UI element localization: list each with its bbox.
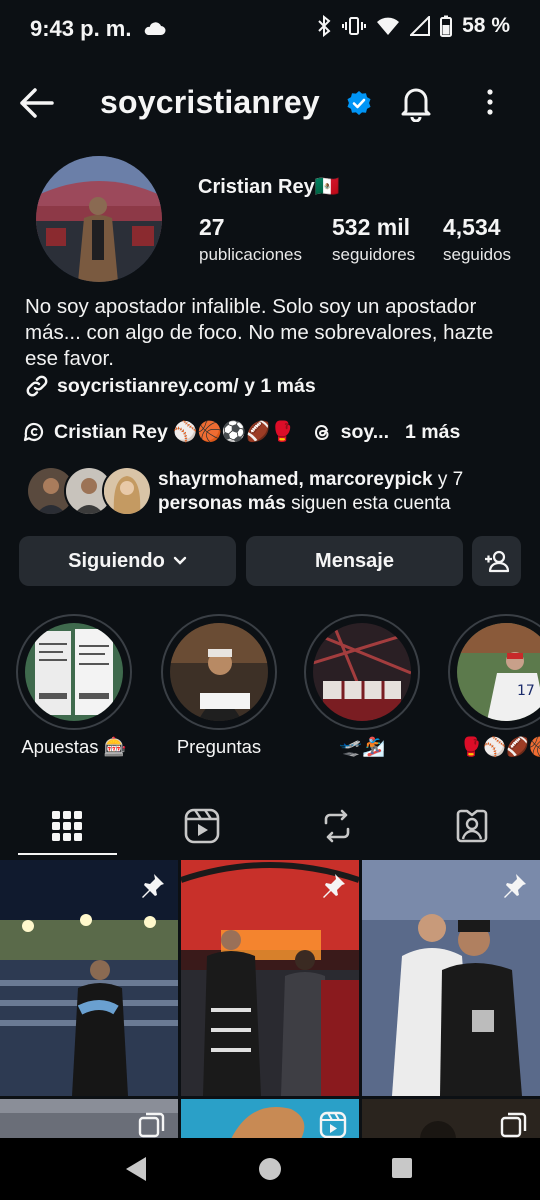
more-options-icon[interactable] (478, 86, 502, 118)
back-arrow-icon[interactable] (16, 82, 58, 124)
highlight-ring (16, 614, 132, 730)
verified-badge-icon (347, 91, 371, 115)
threads-app-icon (314, 424, 329, 441)
post-thumbnail[interactable] (0, 1099, 178, 1139)
highlight-label: Apuestas 🎰 (21, 736, 127, 757)
threads-row[interactable]: Cristian Rey ⚾🏀⚽🏈🥊 soy... 1 más (22, 420, 522, 444)
stat-followers[interactable]: 532 mil seguidores (332, 214, 415, 265)
battery-icon (440, 15, 453, 37)
highlight-ring: 17 (448, 614, 540, 730)
flag-emoji: 🇲🇽 (314, 176, 340, 198)
post-thumbnail[interactable] (362, 860, 540, 1096)
suggested-users-button[interactable] (472, 536, 521, 586)
highlight-ring (304, 614, 420, 730)
reels-icon (184, 808, 220, 844)
post-thumbnail[interactable] (181, 1099, 359, 1139)
battery-percent: 58 % (462, 14, 510, 37)
mutual-followers[interactable]: shayrmohamed, marcoreypick y 7 personas … (26, 466, 526, 518)
highlight-apuestas[interactable]: Apuestas 🎰 (16, 614, 132, 758)
post-thumbnail[interactable] (181, 860, 359, 1096)
post-thumbnail[interactable] (0, 860, 178, 1096)
tab-posts-grid[interactable] (19, 796, 115, 856)
pin-icon (504, 874, 526, 898)
threads-short-name: soy... (340, 420, 390, 443)
mutual-followers-text: shayrmohamed, marcoreypick y 7 personas … (158, 468, 518, 516)
pin-icon (323, 874, 345, 898)
post-thumbnail[interactable] (362, 1099, 540, 1139)
profile-header: soycristianrey (0, 68, 540, 138)
mutual-followers-count: personas más (158, 493, 286, 514)
following-button-label: Siguiendo (68, 549, 165, 572)
highlight-cover (313, 623, 411, 721)
highlight-cover (25, 623, 123, 721)
mutual-follower-avatar (102, 466, 152, 516)
stat-following-value: 4,534 (443, 214, 501, 240)
vibrate-icon (342, 17, 367, 35)
bio-link-text: soycristianrey.com/ y 1 más (57, 374, 316, 397)
stat-followers-label: seguidores (332, 245, 416, 264)
stat-posts[interactable]: 27 publicaciones (199, 214, 302, 265)
tab-reels[interactable] (154, 796, 250, 856)
pin-icon (142, 874, 164, 898)
bio-text: No soy apostador infalible. Solo soy un … (25, 295, 494, 370)
following-button[interactable]: Siguiendo (19, 536, 236, 586)
threads-name: Cristian Rey ⚾🏀⚽🏈🥊 (54, 421, 295, 443)
reel-icon (319, 1111, 347, 1139)
system-navigation-bar (0, 1138, 540, 1200)
threads-more: 1 más (405, 420, 461, 443)
highlight-ring (161, 614, 277, 730)
active-tab-indicator (18, 853, 117, 855)
cloud-icon (144, 22, 166, 35)
tab-tagged[interactable] (424, 796, 520, 856)
stat-posts-value: 27 (199, 214, 225, 240)
repost-icon (324, 809, 350, 843)
highlight-label: Preguntas (176, 736, 262, 757)
highlight-sports[interactable]: 17 🥊⚾🏈🏀 (448, 614, 540, 758)
highlight-cover (170, 623, 268, 721)
highlight-preguntas[interactable]: Preguntas (161, 614, 277, 758)
stat-followers-value: 532 mil (332, 214, 410, 240)
bio-link[interactable]: soycristianrey.com/ y 1 más (25, 374, 316, 398)
tab-reposts[interactable] (289, 796, 385, 856)
highlight-cover: 17 (457, 623, 540, 721)
nav-home-icon[interactable] (258, 1157, 282, 1181)
username-title: soycristianrey (100, 84, 320, 120)
carousel-icon (500, 1112, 527, 1138)
status-time: 9:43 p. m. (30, 16, 132, 41)
highlight-label: 🥊⚾🏈🏀 (459, 736, 540, 757)
add-user-icon (484, 550, 509, 573)
carousel-icon (138, 1112, 165, 1138)
message-button[interactable]: Mensaje (246, 536, 463, 586)
profile-avatar[interactable] (36, 156, 162, 282)
grid-icon (52, 811, 82, 841)
stat-following-label: seguidos (443, 245, 512, 264)
nav-back-icon[interactable] (124, 1156, 148, 1182)
threads-badge-icon (23, 422, 44, 442)
highlight-label: 🛫🏂 (338, 736, 386, 757)
stat-posts-label: publicaciones (199, 245, 303, 264)
mutual-follower-names: shayrmohamed, marcoreypick (158, 469, 433, 490)
wifi-icon (377, 17, 400, 35)
link-icon (26, 375, 48, 397)
status-icons: 58 % (316, 14, 510, 38)
signal-icon (410, 16, 431, 36)
mutual-followers-tail: siguen esta cuenta (285, 493, 451, 514)
bluetooth-icon (318, 15, 331, 37)
notification-bell-icon[interactable] (396, 82, 436, 122)
nav-recents-icon[interactable] (391, 1157, 413, 1179)
full-name: Cristian Rey🇲🇽 (198, 174, 340, 199)
tagged-person-icon (456, 809, 488, 843)
mutual-followers-and: y 7 (432, 469, 464, 490)
full-name-text: Cristian Rey (198, 176, 315, 198)
highlight-travel[interactable]: 🛫🏂 (304, 614, 420, 758)
message-button-label: Mensaje (315, 549, 394, 572)
stat-following[interactable]: 4,534 seguidos (443, 214, 511, 265)
chevron-down-icon (173, 556, 187, 565)
status-bar: 9:43 p. m. 58 % (0, 0, 540, 60)
svg-text:17: 17 (517, 683, 535, 699)
